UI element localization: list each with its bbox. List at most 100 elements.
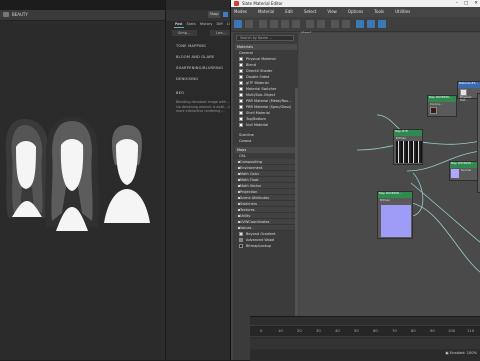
render-window-icon [3,12,9,17]
menu-modes[interactable]: Modes [234,7,247,17]
node-map-bitmap-2[interactable]: Map #638458... Bitmap [377,191,413,239]
section-denoising[interactable]: DENOISING [176,77,198,81]
section-bloom-glare[interactable]: BLOOM AND GLARE [176,55,214,59]
map-swatch-icon [239,244,243,248]
material-swatch-icon [239,75,243,79]
expand-icon [238,167,240,169]
slate-app-icon [234,1,239,6]
select-by-material-icon[interactable] [378,20,386,28]
expand-icon [238,215,240,217]
status-value: 100% [466,351,477,355]
layout-children-icon[interactable] [342,20,350,28]
hair-render-2 [45,117,99,231]
slate-material-editor: Slate Material Editor – □ ✕ Modes Materi… [230,0,480,360]
expand-icon [238,173,240,175]
section-sharpening[interactable]: SHARPENING/BLURRING [176,66,223,70]
material-swatch-icon [239,111,243,115]
expand-icon [238,203,240,205]
hide-unused-icon[interactable] [292,20,300,28]
material-swatch-icon [239,99,243,103]
expand-icon [238,197,240,199]
expand-icon [238,185,240,187]
subtab-simple[interactable]: Simp... [172,30,197,36]
status-label: Enabled: [449,351,466,355]
render-window-titlebar [0,0,165,10]
minimize-button[interactable]: – [456,0,458,7]
expand-icon [238,161,240,163]
material-swatch-icon [239,93,243,97]
section-tone-mapping[interactable]: TONE MAPPING [176,44,206,48]
expand-icon [238,227,240,229]
expand-icon [238,191,240,193]
node-bitmap-preview [396,141,422,163]
browser-search-input[interactable]: Search by Name ... [236,35,294,41]
settings-tabs: Post Stats History Diff Li... [174,21,234,28]
browser-group-corona[interactable]: Corona [235,138,297,144]
menu-material[interactable]: Material [258,7,274,17]
list-item[interactable]: Null Material [235,122,297,128]
menu-options[interactable]: Options [348,7,363,17]
normal-map-preview [451,169,459,178]
window-controls: – □ ✕ [456,0,478,7]
expand-icon [238,209,240,211]
hair-render-3 [104,121,150,223]
node-graph-view[interactable]: Map #638458... Corona... Material #3... … [299,33,480,320]
pick-material-icon[interactable] [245,20,253,28]
render-window-title: BEAUTY [12,12,28,17]
node-preview-icon [430,107,437,115]
material-swatch-icon [239,117,243,121]
move-children-icon[interactable] [281,20,289,28]
shop-button[interactable]: Shop [208,11,220,18]
tab-diff[interactable]: Diff [216,21,224,28]
denoise-description: Blending denoised image with ... via den… [176,100,232,113]
menu-view[interactable]: View [327,7,337,17]
show-map-icon[interactable] [306,20,314,28]
maximize-button[interactable]: □ [464,0,468,7]
timeline-track[interactable] [250,339,480,349]
browser-list: Materials General Physical Material Blen… [235,44,297,249]
show-background-icon[interactable] [317,20,325,28]
shop-indicator-icon [223,12,228,17]
list-item[interactable]: BitmapLookup [235,243,297,249]
node-map-corona[interactable]: Map #638458... Corona... [427,95,457,117]
timeline-panel: 0 10 20 30 40 50 60 70 80 90 100 110 ▣ E… [250,316,480,361]
menu-utilities[interactable]: Utilities [395,7,410,17]
browser-scrollbar[interactable] [295,88,298,318]
tab-stats[interactable]: Stats [186,21,197,28]
slate-title: Slate Material Editor [242,1,283,6]
material-swatch-icon [239,63,243,67]
node-map-bitmap[interactable]: Map #78 Bitmap [393,129,423,165]
section-beo[interactable]: BEO [176,91,184,95]
material-swatch-icon [239,87,243,91]
material-swatch-icon [239,81,243,85]
bitmap-preview [381,205,411,237]
menu-edit[interactable]: Edit [285,7,293,17]
material-swatch-icon [239,69,243,73]
layout-all-icon[interactable] [331,20,339,28]
render-canvas [0,22,165,360]
select-tool-icon[interactable] [234,20,242,28]
timeline-ruler[interactable]: 0 10 20 30 40 50 60 70 80 90 100 110 [250,325,480,337]
tab-history[interactable]: History [199,21,214,28]
material-map-browser: Search by Name ... Materials General Phy… [233,33,298,360]
parameter-editor-icon[interactable] [367,20,375,28]
menu-tools[interactable]: Tools [374,7,384,17]
assign-material-icon[interactable] [259,20,267,28]
settings-subtabs: Simp... Lea... [172,30,232,36]
post-settings-panel: Post Stats History Diff Li... Simp... Le… [165,0,234,360]
close-button[interactable]: ✕ [474,0,478,7]
subtab-learn[interactable]: Lea... [210,30,232,36]
map-swatch-icon [239,232,243,236]
node-map-normal[interactable]: Map #638458... Normal [449,161,479,181]
material-swatch-icon [239,123,243,127]
slate-toolbar [231,17,480,32]
delete-icon[interactable] [270,20,278,28]
render-frame-window: BEAUTY [0,0,165,360]
material-swatch-icon [239,105,243,109]
tab-post[interactable]: Post [174,21,184,28]
menu-select[interactable]: Select [304,7,316,17]
expand-icon [238,179,240,181]
status-text: ▣ Enabled: 100% [445,351,477,355]
material-swatch-icon [239,57,243,61]
material-map-navigator-icon[interactable] [356,20,364,28]
